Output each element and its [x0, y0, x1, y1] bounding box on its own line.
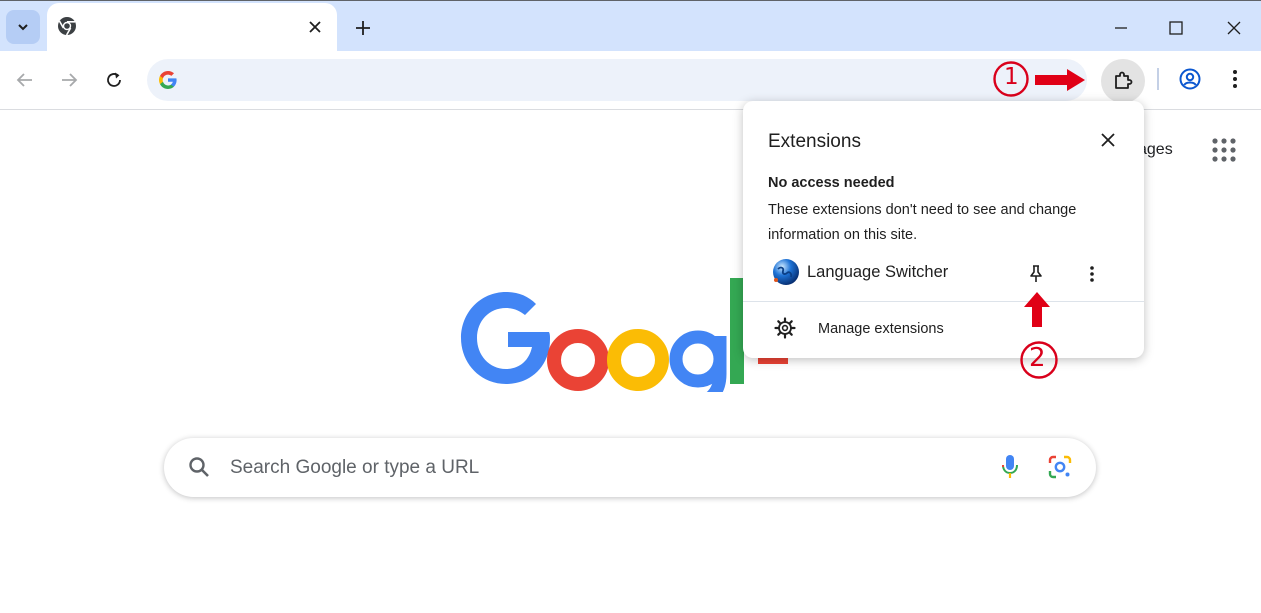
forward-icon	[62, 73, 78, 87]
manage-extensions-label: Manage extensions	[818, 321, 944, 337]
reload-button[interactable]	[97, 63, 131, 97]
google-g-icon	[159, 71, 177, 89]
close-icon	[309, 21, 321, 33]
search-placeholder: Search Google or type a URL	[230, 457, 480, 478]
minimize-icon	[1115, 27, 1127, 29]
pin-extension-button[interactable]	[1025, 262, 1047, 286]
globe-icon	[773, 259, 799, 285]
profile-button[interactable]	[1172, 61, 1208, 97]
lens-icon[interactable]	[1048, 455, 1072, 479]
popup-title: Extensions	[768, 131, 861, 152]
annotation-label-2: 2	[1029, 343, 1046, 373]
new-tab-button[interactable]	[350, 15, 376, 41]
kebab-menu-icon	[1233, 70, 1237, 88]
close-icon	[1227, 21, 1241, 35]
window-close-button[interactable]	[1219, 13, 1249, 43]
gear-icon	[774, 317, 796, 339]
plus-icon	[356, 21, 370, 35]
back-button[interactable]	[8, 63, 42, 97]
tab-search-button[interactable]	[6, 10, 40, 44]
close-icon	[1101, 133, 1115, 147]
extension-name: Language Switcher	[807, 263, 949, 281]
chrome-favicon	[58, 17, 76, 36]
google-apps-button[interactable]	[1210, 136, 1238, 164]
extension-more-button[interactable]	[1081, 262, 1103, 286]
profile-icon	[1179, 68, 1201, 90]
toolbar-separator	[1157, 68, 1159, 90]
annotation-label-1: 1	[1004, 64, 1019, 90]
chrome-menu-button[interactable]	[1222, 61, 1248, 97]
chevron-down-icon	[18, 24, 28, 31]
apps-grid-icon	[1212, 138, 1236, 162]
browser-tab[interactable]	[47, 3, 337, 52]
pin-icon	[1030, 265, 1042, 282]
mic-icon[interactable]	[1002, 454, 1018, 480]
search-box[interactable]: Search Google or type a URL	[164, 438, 1096, 497]
extensions-popup: Extensions No access needed These extens…	[743, 101, 1144, 358]
popup-divider	[743, 301, 1144, 302]
back-icon	[16, 73, 32, 87]
section-heading: No access needed	[768, 175, 895, 191]
manage-extensions-item[interactable]: Manage extensions	[743, 305, 1144, 353]
popup-close-button[interactable]	[1097, 129, 1119, 151]
minimize-button[interactable]	[1106, 13, 1136, 43]
search-icon	[189, 457, 209, 477]
extension-row[interactable]: Language Switcher	[743, 253, 1144, 301]
forward-button[interactable]	[52, 63, 86, 97]
extensions-button[interactable]	[1101, 59, 1145, 103]
red-arrow-icon	[1035, 69, 1085, 91]
tab-strip	[0, 0, 1261, 52]
maximize-button[interactable]	[1161, 13, 1191, 43]
section-description: These extensions don't need to see and c…	[768, 202, 1077, 243]
red-arrow-icon	[1024, 292, 1050, 327]
address-bar[interactable]	[147, 59, 1087, 101]
kebab-menu-icon	[1090, 266, 1094, 282]
maximize-icon	[1169, 21, 1183, 35]
reload-icon	[107, 72, 121, 87]
tab-close-button[interactable]	[305, 17, 325, 37]
puzzle-icon	[1115, 71, 1133, 89]
